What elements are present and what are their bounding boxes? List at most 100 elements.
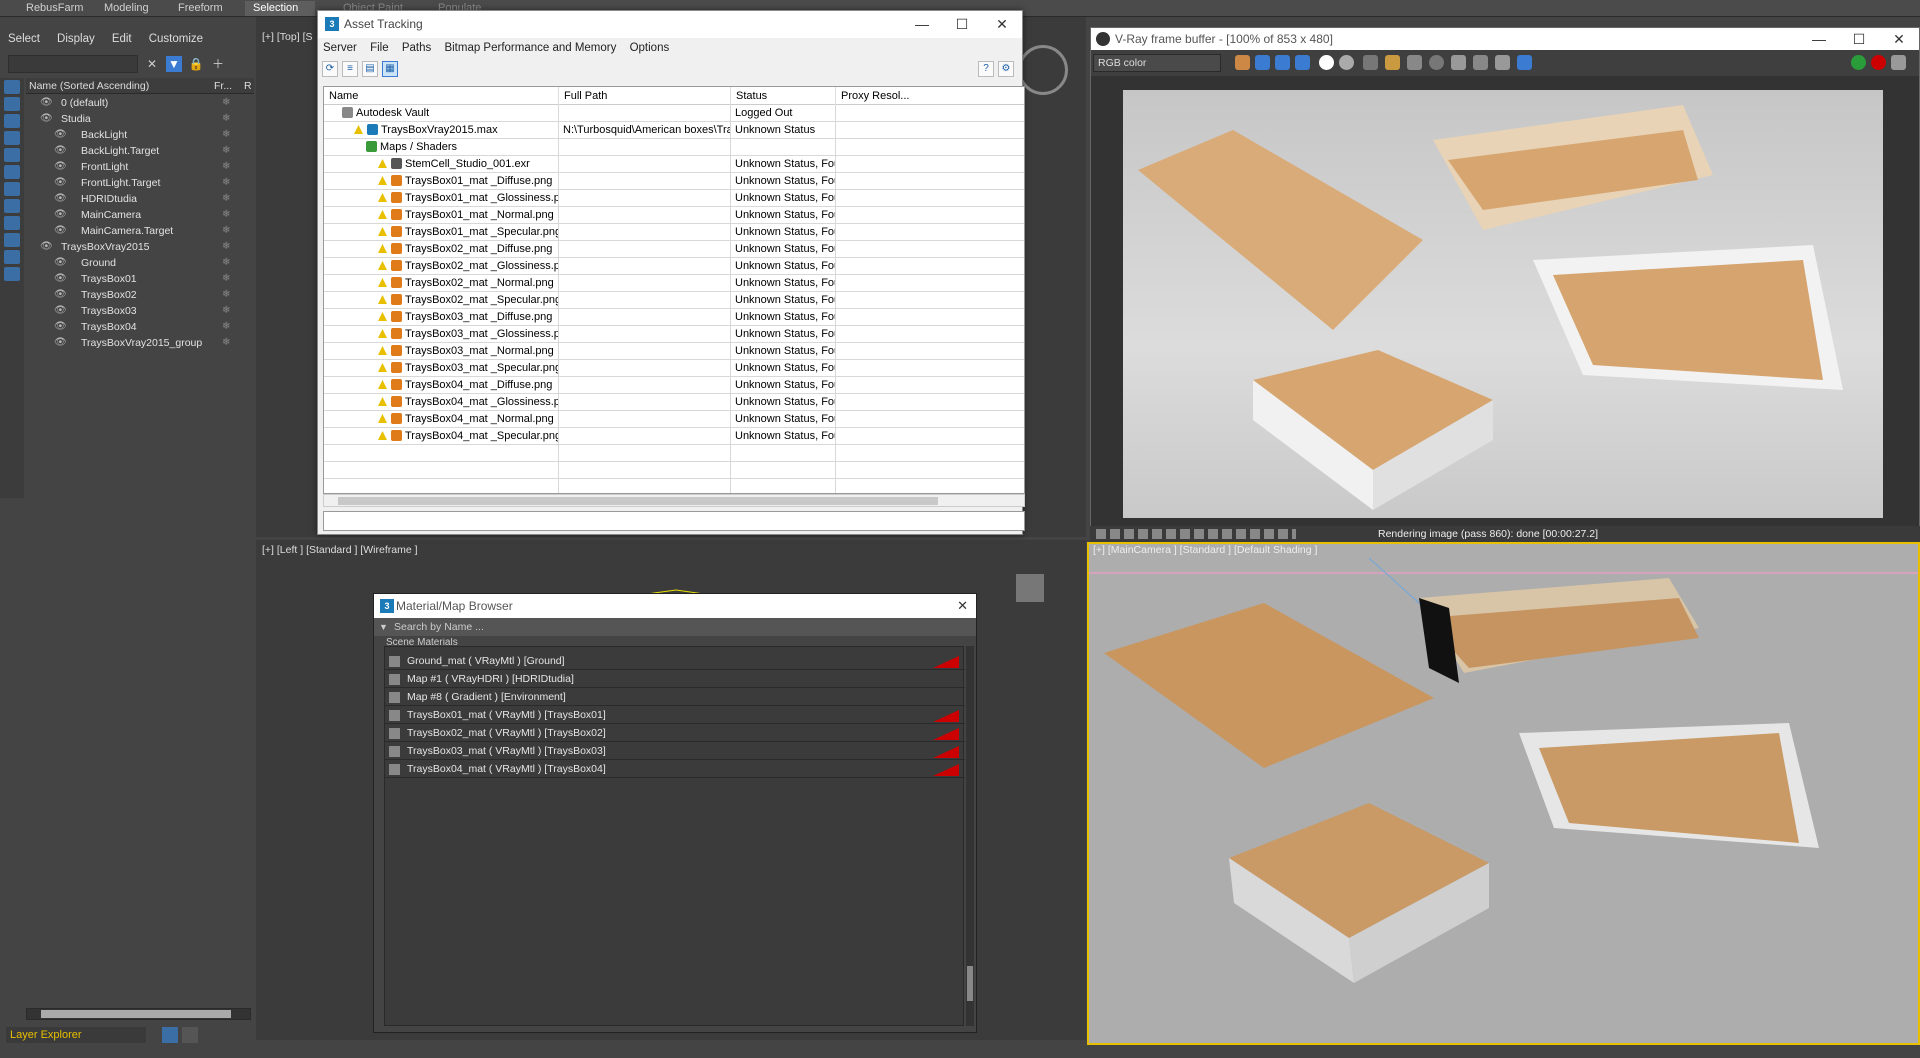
freeze-icon[interactable]: ❄ — [222, 95, 230, 111]
tab-rebusfarm[interactable]: RebusFarm — [18, 1, 91, 16]
menu-edit[interactable]: Edit — [112, 33, 132, 45]
clear-icon[interactable] — [1407, 55, 1422, 70]
scrollbar-thumb[interactable] — [338, 497, 938, 505]
tab-modeling[interactable]: Modeling — [96, 1, 157, 16]
asset-row[interactable]: TraysBox01_mat _Diffuse.png Unknown Statu… — [324, 173, 1024, 190]
freeze-icon[interactable]: ❄ — [222, 191, 230, 207]
alpha-icon[interactable] — [1319, 55, 1334, 70]
refresh-icon[interactable]: ⟳ — [322, 61, 338, 77]
tree-item[interactable]: 👁 TraysBox02 ❄ — [26, 287, 254, 303]
menu-bitmap-performance[interactable]: Bitmap Performance and Memory — [444, 42, 616, 54]
scrollbar-thumb[interactable] — [41, 1010, 231, 1018]
options-dropdown-icon[interactable]: ▼ — [379, 618, 388, 636]
viewport-camera[interactable]: [+] [MainCamera ] [Standard ] [Default S… — [1087, 542, 1920, 1045]
tree-item[interactable]: 👁 0 (default) ❄ — [26, 95, 254, 111]
stop-icon[interactable] — [1871, 55, 1886, 70]
display-hidden-icon[interactable] — [4, 267, 20, 281]
tree-item[interactable]: 👁 HDRIDtudia ❄ — [26, 191, 254, 207]
column-render[interactable]: R — [244, 80, 252, 92]
tree-item[interactable]: 👁 Studia ❄ — [26, 111, 254, 127]
asset-path-field[interactable] — [323, 511, 1025, 531]
asset-row[interactable]: TraysBoxVray2015.max N:\Turbosquid\Americ… — [324, 122, 1024, 139]
asset-row[interactable]: TraysBox01_mat _Normal.png Unknown Status… — [324, 207, 1024, 224]
tree-item[interactable]: 👁 MainCamera ❄ — [26, 207, 254, 223]
asset-row[interactable]: TraysBox04_mat _Specular.png Unknown Stat… — [324, 428, 1024, 445]
asset-row[interactable]: TraysBox01_mat _Glossiness.png Unknown St… — [324, 190, 1024, 207]
add-layer-icon[interactable]: ＋ — [210, 56, 226, 72]
visibility-eye-icon[interactable]: 👁 — [54, 207, 67, 223]
minimize-button[interactable]: — — [1799, 28, 1839, 50]
visibility-eye-icon[interactable]: 👁 — [54, 175, 67, 191]
track-mouse-icon[interactable] — [1451, 55, 1466, 70]
mono-icon[interactable] — [1339, 55, 1354, 70]
freeze-icon[interactable]: ❄ — [222, 127, 230, 143]
asset-row[interactable]: TraysBox02_mat _Diffuse.png Unknown Statu… — [324, 241, 1024, 258]
visibility-eye-icon[interactable]: 👁 — [54, 143, 67, 159]
menu-file[interactable]: File — [370, 42, 389, 54]
menu-display[interactable]: Display — [57, 33, 95, 45]
settings-icon[interactable]: ⚙ — [998, 61, 1014, 77]
tab-freeform[interactable]: Freeform — [170, 1, 231, 16]
asset-row[interactable]: TraysBox02_mat _Specular.png Unknown Stat… — [324, 292, 1024, 309]
viewport-left-label[interactable]: [+] [Left ] [Standard ] [Wireframe ] — [262, 544, 418, 556]
freeze-icon[interactable]: ❄ — [222, 271, 230, 287]
tree-item[interactable]: 👁 TraysBox01 ❄ — [26, 271, 254, 287]
tree-item[interactable]: 👁 TraysBoxVray2015 ❄ — [26, 239, 254, 255]
freeze-icon[interactable]: ❄ — [222, 207, 230, 223]
visibility-eye-icon[interactable]: 👁 — [40, 111, 53, 127]
freeze-icon[interactable]: ❄ — [222, 319, 230, 335]
visibility-eye-icon[interactable]: 👁 — [40, 239, 53, 255]
asset-row[interactable]: TraysBox02_mat _Glossiness.png Unknown St… — [324, 258, 1024, 275]
filter-icon[interactable]: ▼ — [166, 56, 182, 72]
column-name[interactable]: Name — [324, 87, 559, 105]
material-item[interactable]: Map #1 ( VRayHDRI ) [HDRIDtudia] — [385, 671, 965, 688]
material-item[interactable]: TraysBox02_mat ( VRayMtl ) [TraysBox02] — [385, 725, 965, 742]
viewport-camera-label[interactable]: [+] [MainCamera ] [Standard ] [Default S… — [1093, 544, 1317, 556]
save-icon[interactable] — [1363, 55, 1378, 70]
channel-select[interactable]: RGB color — [1093, 54, 1221, 72]
material-search-input[interactable]: ▼ Search by Name ... — [374, 618, 976, 636]
maximize-button[interactable]: ☐ — [1839, 28, 1879, 50]
asset-row[interactable]: TraysBox04_mat _Glossiness.png Unknown St… — [324, 394, 1024, 411]
asset-row[interactable]: TraysBox03_mat _Normal.png Unknown Status… — [324, 343, 1024, 360]
freeze-icon[interactable]: ❄ — [222, 143, 230, 159]
menu-customize[interactable]: Customize — [149, 33, 203, 45]
display-frozen-icon[interactable] — [4, 250, 20, 264]
close-button[interactable]: ✕ — [957, 594, 968, 618]
layer-explorer-dropdown[interactable]: Layer Explorer — [6, 1027, 146, 1043]
table-view-icon[interactable]: ▦ — [382, 61, 398, 77]
viewport-top-label[interactable]: [+] [Top] [S — [262, 31, 313, 43]
explorer-scrollbar[interactable] — [26, 1008, 251, 1020]
visibility-eye-icon[interactable]: 👁 — [54, 127, 67, 143]
material-list-scrollbar[interactable] — [966, 646, 974, 1026]
visibility-eye-icon[interactable]: 👁 — [54, 191, 67, 207]
clear-search-icon[interactable]: ✕ — [144, 56, 160, 72]
visibility-eye-icon[interactable]: 👁 — [54, 335, 67, 351]
help-icon[interactable]: ? — [978, 61, 994, 77]
list-view-icon[interactable]: ≡ — [342, 61, 358, 77]
column-full-path[interactable]: Full Path — [559, 87, 731, 105]
tree-item[interactable]: 👁 TraysBox03 ❄ — [26, 303, 254, 319]
menu-select[interactable]: Select — [8, 33, 40, 45]
asset-row[interactable]: Autodesk Vault Logged Out — [324, 105, 1024, 122]
blue-channel-icon[interactable] — [1295, 55, 1310, 70]
asset-grid-scrollbar[interactable] — [323, 494, 1025, 507]
green-channel-icon[interactable] — [1275, 55, 1290, 70]
freeze-icon[interactable]: ❄ — [222, 223, 230, 239]
column-name[interactable]: Name (Sorted Ascending) — [29, 80, 149, 92]
vray-bottom-tools[interactable] — [1096, 529, 1296, 539]
open-icon[interactable] — [1385, 55, 1400, 70]
tree-item[interactable]: 👁 FrontLight.Target ❄ — [26, 175, 254, 191]
freeze-icon[interactable]: ❄ — [222, 287, 230, 303]
visibility-eye-icon[interactable]: 👁 — [54, 271, 67, 287]
visibility-eye-icon[interactable]: 👁 — [54, 159, 67, 175]
material-item[interactable]: TraysBox04_mat ( VRayMtl ) [TraysBox04] — [385, 761, 965, 778]
visibility-eye-icon[interactable]: 👁 — [54, 255, 67, 271]
asset-row[interactable]: StemCell_Studio_001.exr Unknown Status, F… — [324, 156, 1024, 173]
visibility-eye-icon[interactable]: 👁 — [54, 303, 67, 319]
freeze-icon[interactable]: ❄ — [222, 159, 230, 175]
visibility-eye-icon[interactable]: 👁 — [54, 319, 67, 335]
freeze-icon[interactable]: ❄ — [222, 255, 230, 271]
region-render-icon[interactable] — [1473, 55, 1488, 70]
menu-options[interactable]: Options — [630, 42, 670, 54]
